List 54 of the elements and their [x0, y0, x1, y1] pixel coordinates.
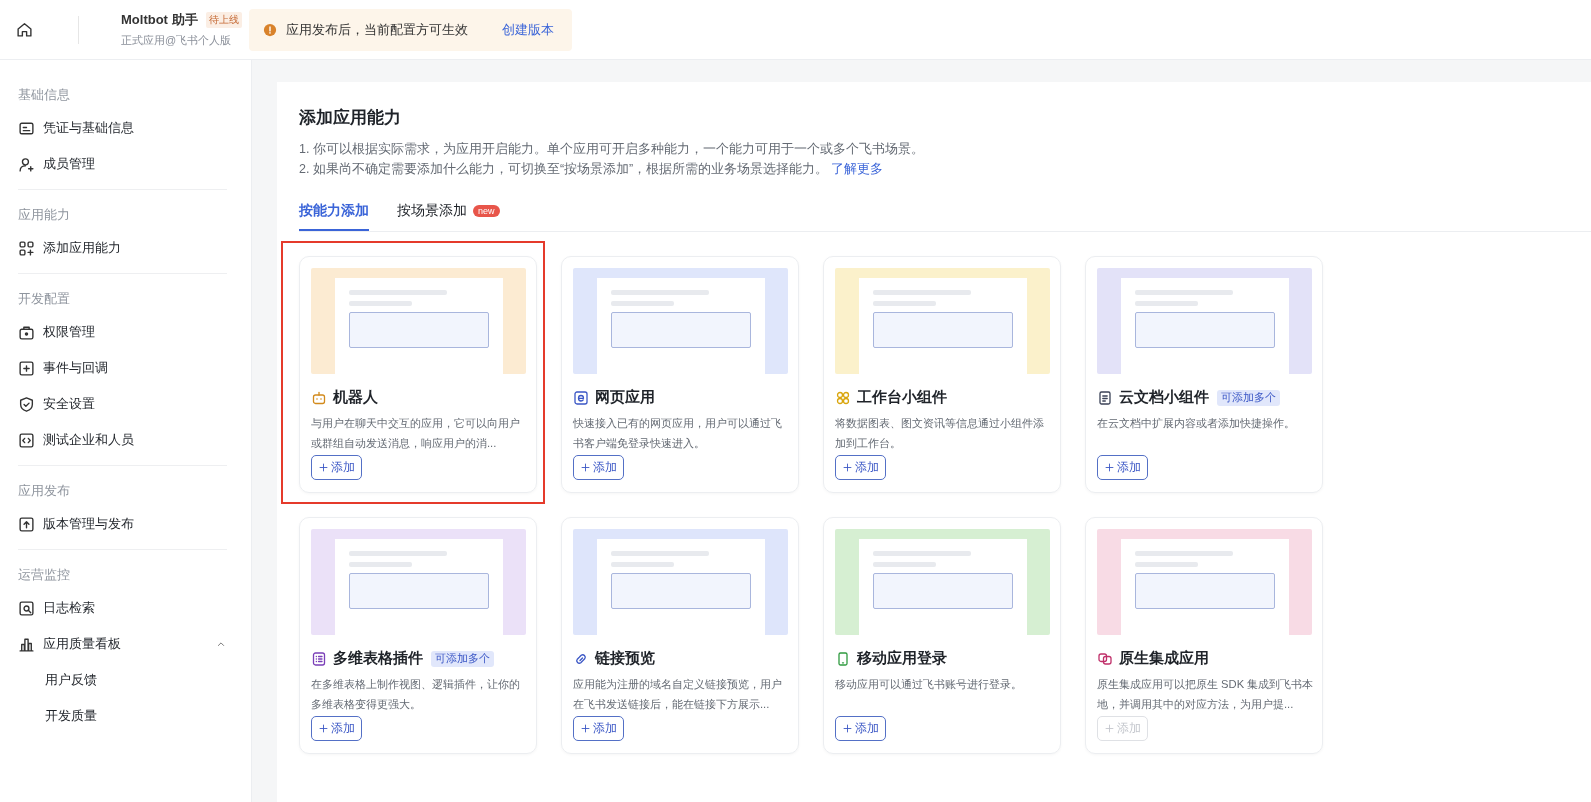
sidebar-item[interactable]: 权限管理: [18, 314, 227, 350]
sidebar-item[interactable]: 安全设置: [18, 386, 227, 422]
app-name: Moltbot 助手: [121, 11, 198, 29]
sidebar-section-title: 开发配置: [18, 290, 71, 308]
create-version-link[interactable]: 创建版本: [502, 20, 554, 39]
app-subtitle: 正式应用@飞书个人版: [121, 33, 233, 48]
page-title: 添加应用能力: [299, 107, 402, 129]
add-button[interactable]: 添加: [835, 455, 886, 480]
card-title: 工作台小组件: [857, 388, 947, 407]
sidebar-item[interactable]: 凭证与基础信息: [18, 110, 227, 146]
sidebar-item[interactable]: 测试企业和人员: [18, 422, 227, 458]
sidebar-subitem[interactable]: 开发质量: [18, 698, 227, 734]
card-description: 应用能为注册的域名自定义链接预览，用户在飞书发送链接后，能在链接下方展示...: [573, 677, 783, 712]
multi-add-tag: 可添加多个: [431, 650, 494, 667]
notice-text: 应用发布后，当前配置方可生效: [286, 20, 468, 39]
add-button[interactable]: 添加: [311, 716, 362, 741]
card-title: 原生集成应用: [1119, 649, 1209, 668]
card-description: 在多维表格上制作视图、逻辑插件，让你的多维表格变得更强大。: [311, 677, 521, 712]
add-button[interactable]: 添加: [1097, 455, 1148, 480]
add-button[interactable]: 添加: [573, 716, 624, 741]
instruction-text: 2. 如果尚不确定需要添加什么能力，可切换至“按场景添加”，根据所需的业务场景选择能力。: [299, 162, 829, 176]
card-description: 移动应用可以通过飞书账号进行登录。: [835, 677, 1023, 692]
card-description: 将数据图表、图文资讯等信息通过小组件添加到工作台。: [835, 416, 1045, 451]
sidebar-subitem[interactable]: 用户反馈: [18, 662, 227, 698]
sidebar-item[interactable]: 事件与回调: [18, 350, 227, 386]
instruction-text: 1. 你可以根据实际需求，为应用开启能力。单个应用可开启多种能力，一个能力可用于一个或多个飞书场景。: [299, 142, 924, 156]
learn-more-link[interactable]: 了解更多: [831, 162, 884, 176]
sidebar-section-title: 应用发布: [18, 482, 71, 500]
multi-add-tag: 可添加多个: [1217, 389, 1280, 406]
new-badge: new: [473, 205, 500, 217]
sidebar-item[interactable]: 日志检索: [18, 590, 227, 626]
card-title: 机器人: [333, 388, 378, 407]
tab[interactable]: 按场景添加: [397, 197, 467, 231]
status-badge: 待上线: [205, 12, 242, 28]
card-description: 快速接入已有的网页应用，用户可以通过飞书客户端免登录快速进入。: [573, 416, 783, 451]
add-button[interactable]: 添加: [311, 455, 362, 480]
sidebar-item[interactable]: 版本管理与发布: [18, 506, 227, 542]
card-description: 原生集成应用可以把原生 SDK 集成到飞书本地，并调用其中的对应方法，为用户提...: [1097, 677, 1315, 712]
card-title: 多维表格插件: [333, 649, 423, 668]
card-description: 在云文档中扩展内容或者添加快捷操作。: [1097, 416, 1296, 431]
sidebar-section-title: 运营监控: [18, 566, 71, 584]
card-description: 与用户在聊天中交互的应用，它可以向用户或群组自动发送消息，响应用户的消...: [311, 416, 521, 451]
card-title: 移动应用登录: [857, 649, 947, 668]
add-button[interactable]: 添加: [573, 455, 624, 480]
tab[interactable]: 按能力添加: [299, 197, 369, 231]
sidebar-section-title: 基础信息: [18, 86, 71, 104]
add-button[interactable]: 添加: [835, 716, 886, 741]
card-title: 链接预览: [595, 649, 655, 668]
sidebar-section-title: 应用能力: [18, 206, 71, 224]
sidebar-item[interactable]: 应用质量看板: [18, 626, 227, 662]
sidebar-item[interactable]: 成员管理: [18, 146, 227, 182]
sidebar-item[interactable]: 添加应用能力: [18, 230, 227, 266]
card-title: 云文档小组件: [1119, 388, 1209, 407]
card-title: 网页应用: [595, 388, 655, 407]
